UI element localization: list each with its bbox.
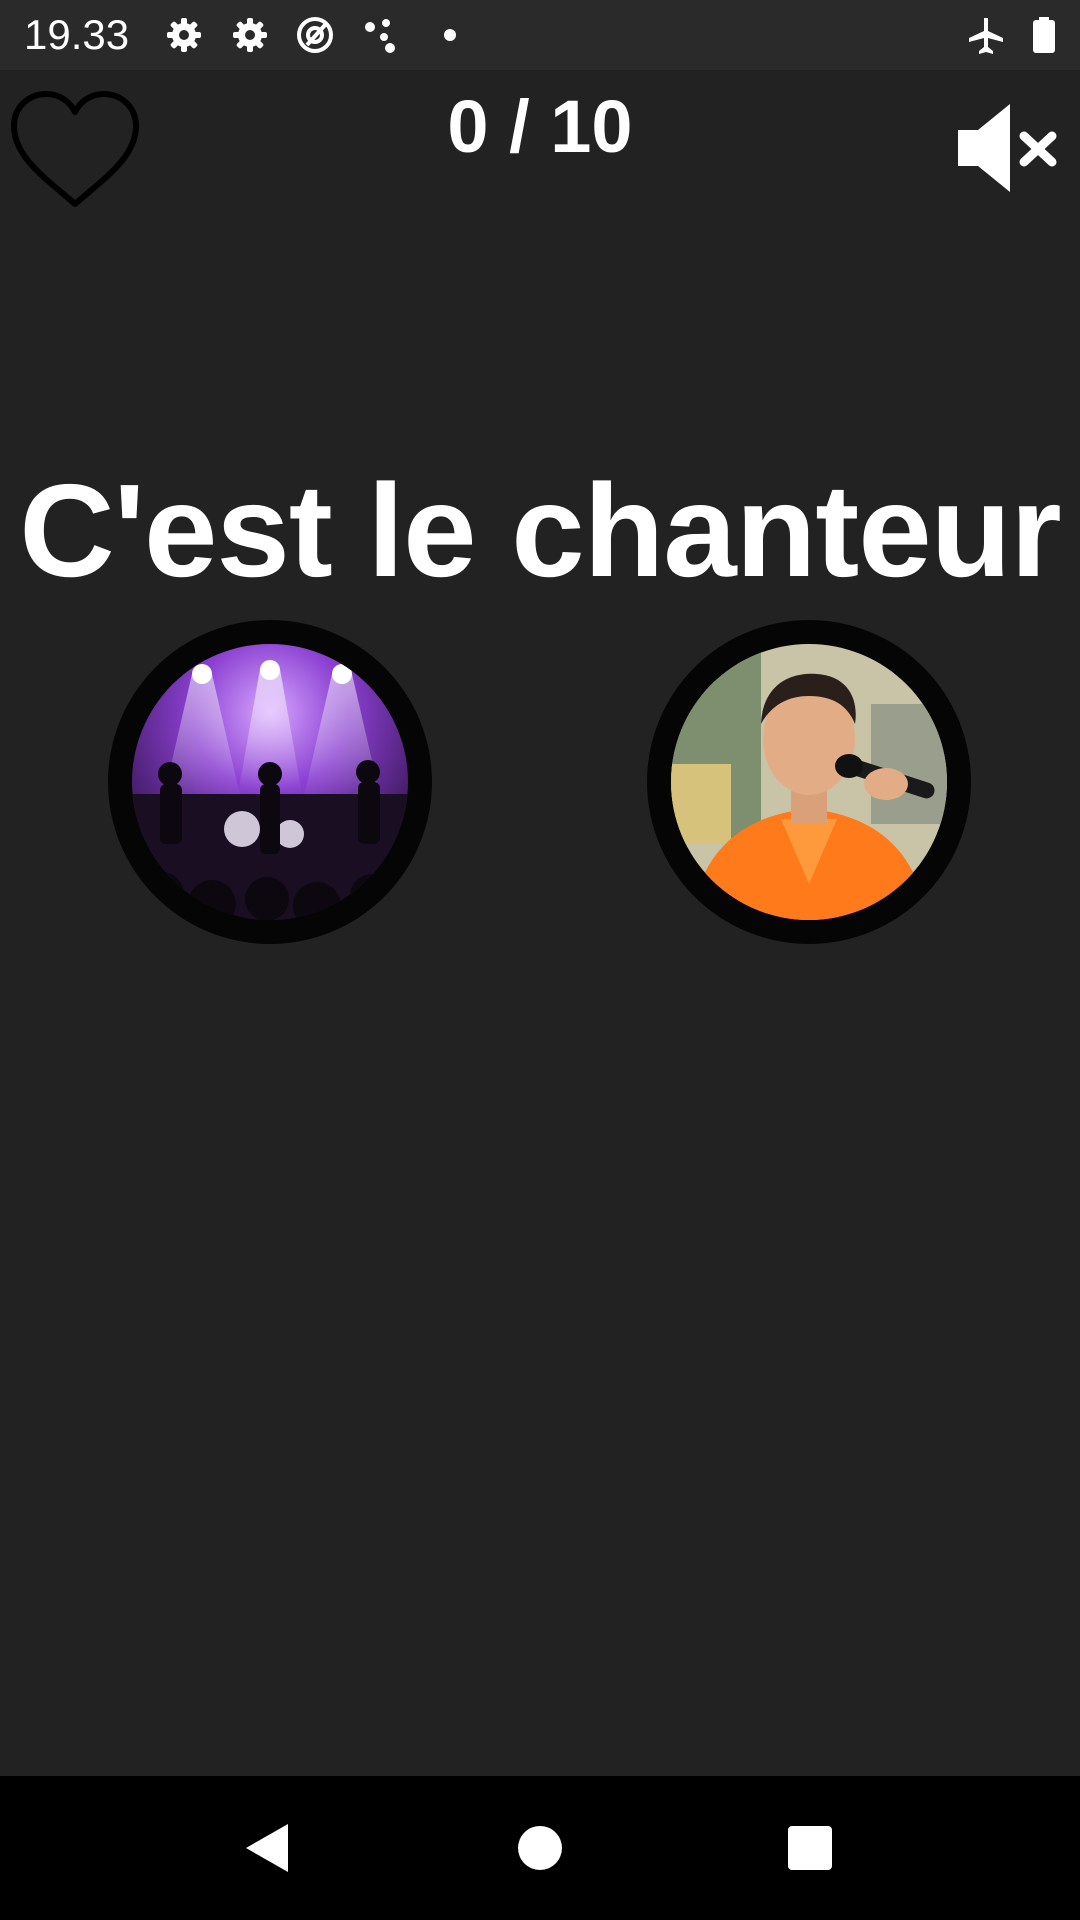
favorite-button[interactable] bbox=[8, 88, 142, 210]
band-concert-photo bbox=[132, 644, 408, 920]
gear-icon bbox=[164, 15, 204, 55]
home-button[interactable] bbox=[490, 1798, 590, 1898]
dots-icon bbox=[362, 15, 402, 55]
navigation-bar bbox=[0, 1776, 1080, 1920]
quiz-screen: 19.33 0 / 10 C'est le chanteur bbox=[0, 0, 1080, 1920]
status-bar: 19.33 bbox=[0, 0, 1080, 70]
sound-toggle-button[interactable] bbox=[952, 100, 1062, 196]
recents-button[interactable] bbox=[760, 1798, 860, 1898]
recents-square-icon bbox=[788, 1826, 832, 1870]
gear-icon bbox=[230, 15, 270, 55]
airplane-icon bbox=[966, 15, 1006, 55]
home-circle-icon bbox=[518, 1826, 562, 1870]
answer-choice-2[interactable] bbox=[647, 620, 971, 944]
back-button[interactable] bbox=[218, 1798, 318, 1898]
status-time: 19.33 bbox=[24, 11, 130, 58]
at-sign-icon bbox=[295, 15, 335, 55]
score-counter: 0 / 10 bbox=[447, 85, 633, 168]
answer-choice-1[interactable] bbox=[108, 620, 432, 944]
volume-mute-icon bbox=[958, 104, 1057, 192]
heart-outline-icon bbox=[11, 91, 139, 207]
question-prompt: C'est le chanteur bbox=[19, 457, 1061, 604]
dot-icon bbox=[430, 15, 470, 55]
singer-orange-suit-photo bbox=[671, 644, 947, 920]
battery-icon bbox=[1024, 15, 1064, 55]
back-triangle-icon bbox=[246, 1824, 288, 1872]
